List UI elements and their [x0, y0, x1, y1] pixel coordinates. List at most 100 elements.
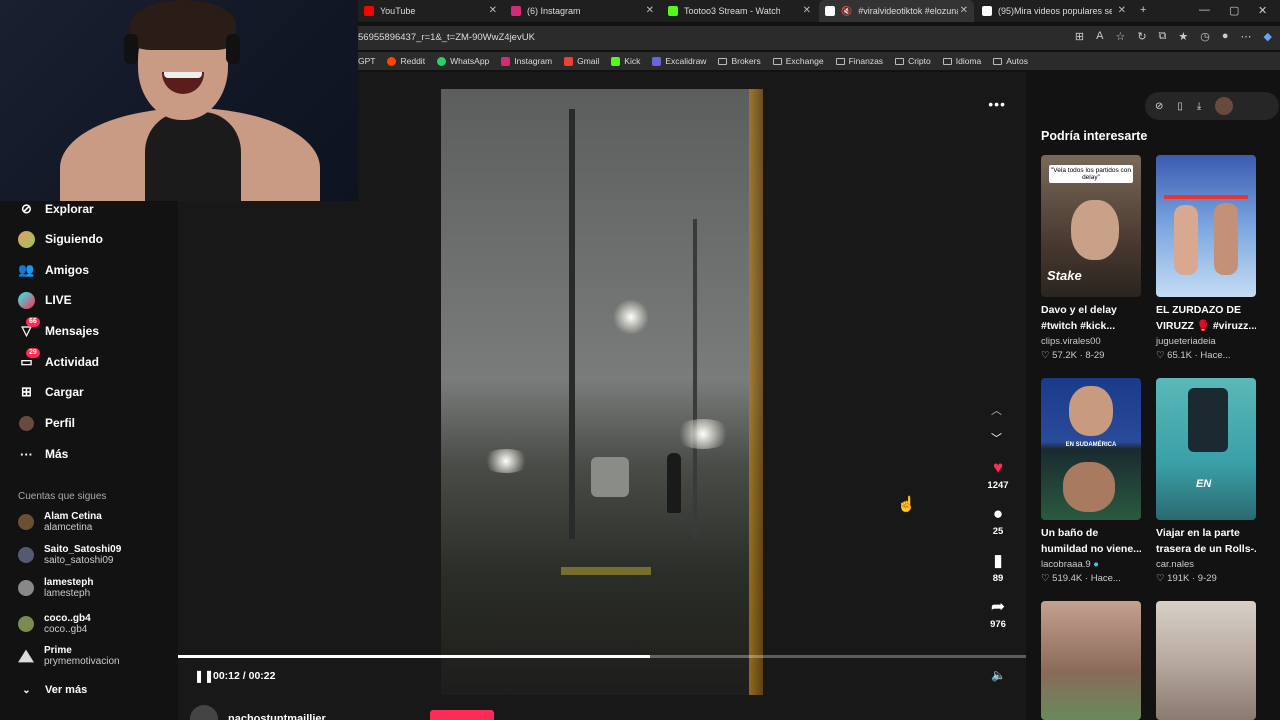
bookmark-gmail[interactable]: Gmail — [564, 56, 599, 66]
refresh-icon[interactable]: ↻ — [1137, 30, 1146, 43]
more-options-icon[interactable]: ••• — [988, 96, 1006, 112]
sidebar-item-cargar[interactable]: ⊞ Cargar — [18, 382, 84, 402]
comment-button[interactable]: ● 25 — [978, 504, 1018, 537]
followed-account[interactable]: Alam Cetina alamcetina — [18, 511, 102, 533]
video-title: EL ZURDAZO DE — [1156, 304, 1241, 316]
download-icon[interactable]: ⤓ — [1197, 101, 1201, 112]
menu-icon[interactable]: ⋯ — [1241, 30, 1252, 43]
share-button[interactable]: ➦ 976 — [978, 597, 1018, 630]
tab-tiktok-viral[interactable]: 🔇 #viralvideotiktok #elozuna ✕ — [819, 0, 974, 22]
favorites-icon[interactable]: ★ — [1178, 30, 1188, 43]
chevron-up-icon[interactable]: ︿ — [991, 402, 1002, 418]
close-icon[interactable]: ✕ — [960, 5, 968, 16]
chevron-down-icon: ⌄ — [22, 684, 31, 696]
minimize-icon[interactable]: — — [1199, 4, 1210, 16]
tab-youtube[interactable]: YouTube ✕ — [358, 0, 503, 22]
car-screen — [1188, 388, 1228, 452]
video-thumbnail[interactable] — [1041, 601, 1141, 720]
compass-icon: ⊘ — [21, 201, 32, 216]
tab-instagram[interactable]: (6) Instagram ✕ — [505, 0, 660, 22]
history-icon[interactable]: ◷ — [1200, 30, 1210, 43]
upload-icon: ⊞ — [21, 384, 32, 399]
volume-icon[interactable]: 🔈 — [991, 668, 1006, 682]
close-window-icon[interactable]: ✕ — [1258, 4, 1267, 17]
avatar — [18, 649, 34, 663]
video-thumbnail[interactable]: "Vela todos los partidos con delay" Stak… — [1041, 155, 1141, 297]
video-thumbnail[interactable]: EN — [1156, 378, 1256, 520]
translate-icon[interactable]: A — [1096, 30, 1103, 43]
recommended-video[interactable]: EL ZURDAZO DE VIRUZZ 🥊 #viruzz... juguet… — [1156, 155, 1256, 361]
save-button[interactable]: ▮ 89 — [978, 551, 1018, 584]
recommended-video[interactable]: EN Viajar en la parte trasera de un Roll… — [1156, 378, 1256, 584]
video-thumbnail[interactable] — [1156, 601, 1256, 720]
video-time: 00:12 / 00:22 — [213, 670, 276, 682]
video-author[interactable]: nachostuntmaillier — [190, 705, 326, 720]
chevron-down-icon[interactable]: ﹀ — [991, 430, 1002, 446]
bookmark-excalidraw[interactable]: Excalidraw — [652, 56, 706, 66]
favorite-star-icon[interactable]: ☆ — [1115, 30, 1125, 43]
followed-account[interactable]: Prime prymemotivacion — [18, 645, 120, 667]
url-text[interactable]: 56955896437_r=1&_t=ZM-90WwZ4jevUK — [358, 32, 535, 43]
recommended-video[interactable] — [1156, 601, 1256, 720]
bookmark-folder-autos[interactable]: Autos — [993, 56, 1028, 66]
bookmark-label: Finanzas — [848, 56, 884, 66]
bookmark-reddit[interactable]: Reddit — [387, 56, 425, 66]
bookmark-folder-finanzas[interactable]: Finanzas — [835, 56, 884, 66]
bookmark-folder-idioma[interactable]: Idioma — [942, 56, 981, 66]
video-title: Un baño de — [1041, 527, 1099, 539]
boxer — [1214, 203, 1238, 275]
bookmark-whatsapp[interactable]: WhatsApp — [437, 56, 489, 66]
follow-button[interactable] — [430, 710, 494, 720]
profile-icon[interactable]: ● — [1222, 30, 1229, 43]
sidebar-item-label: Siguiendo — [45, 232, 103, 246]
see-more-button[interactable]: ⌄ Ver más — [18, 680, 87, 700]
phone-icon[interactable]: ▯ — [1177, 101, 1183, 112]
sidebar-item-mensajes[interactable]: ▽ 66 Mensajes — [18, 316, 99, 341]
toolbar-icons: ⊞ A ☆ ↻ ⧉ ★ ◷ ● ⋯ ◆ — [1075, 30, 1272, 43]
video-progress-bar[interactable] — [178, 655, 1026, 658]
sidebar-item-actividad[interactable]: ▭ 29 Actividad — [18, 347, 99, 372]
video-thumbnail[interactable] — [1156, 155, 1256, 297]
video-frame[interactable] — [441, 89, 763, 695]
recommended-video[interactable]: EN SUDAMÉRICA Un baño de humildad no vie… — [1041, 378, 1141, 584]
tab-kick[interactable]: Tootoo3 Stream - Watch Live ✕ — [662, 0, 817, 22]
bookmark-instagram[interactable]: Instagram — [501, 56, 552, 66]
save-count: 89 — [992, 573, 1004, 584]
recommended-video[interactable] — [1041, 601, 1141, 720]
pause-icon[interactable]: ❚❚ — [194, 669, 214, 683]
bookmark-folder-exchange[interactable]: Exchange — [772, 56, 824, 66]
recommended-video[interactable]: "Vela todos los partidos con delay" Stak… — [1041, 155, 1141, 361]
bookmark-folder-cripto[interactable]: Cripto — [895, 56, 931, 66]
extensions-icon[interactable]: ⧉ — [1159, 30, 1167, 43]
sidebar-item-mas[interactable]: ··· Más — [18, 444, 68, 464]
sidebar-item-label: Perfil — [45, 416, 76, 430]
bookmark-gpt[interactable]: GPT — [358, 56, 375, 66]
sidebar-item-siguiendo[interactable]: Siguiendo — [18, 229, 103, 249]
video-edge — [749, 89, 763, 695]
sidebar-item-live[interactable]: LIVE — [18, 290, 72, 310]
followed-account[interactable]: coco..gb4 coco..gb4 — [18, 613, 91, 635]
video-thumbnail[interactable]: EN SUDAMÉRICA — [1041, 378, 1141, 520]
bookmark-kick[interactable]: Kick — [611, 56, 640, 66]
sidebar-item-label: Cargar — [45, 385, 84, 399]
avatar[interactable] — [1215, 97, 1234, 115]
new-tab-icon[interactable]: + — [1140, 4, 1146, 16]
close-icon[interactable]: ✕ — [803, 5, 811, 16]
sidebar-item-explorar[interactable]: ⊘ Explorar — [18, 199, 94, 219]
copilot-icon[interactable]: ◆ — [1264, 30, 1272, 43]
sidebar-item-amigos[interactable]: 👥 Amigos — [18, 260, 89, 280]
tab-tiktok-popular[interactable]: (95)Mira videos populares selec ✕ — [976, 0, 1132, 22]
close-icon[interactable]: ✕ — [646, 5, 654, 16]
maximize-icon[interactable]: ▢ — [1229, 4, 1239, 17]
close-icon[interactable]: ✕ — [1118, 5, 1126, 16]
bookmark-folder-brokers[interactable]: Brokers — [718, 56, 761, 66]
install-icon[interactable]: ⊞ — [1075, 30, 1084, 43]
like-button[interactable]: ♥ 1247 — [978, 458, 1018, 491]
video-progress-fill — [178, 655, 651, 658]
compass-icon[interactable]: ⊘ — [1155, 101, 1163, 112]
instagram-icon — [511, 6, 521, 16]
close-icon[interactable]: ✕ — [489, 5, 497, 16]
sidebar-item-perfil[interactable]: Perfil — [18, 413, 75, 433]
followed-account[interactable]: lamesteph lamesteph — [18, 577, 93, 599]
followed-account[interactable]: Saito_Satoshi09 saito_satoshi09 — [18, 544, 121, 566]
